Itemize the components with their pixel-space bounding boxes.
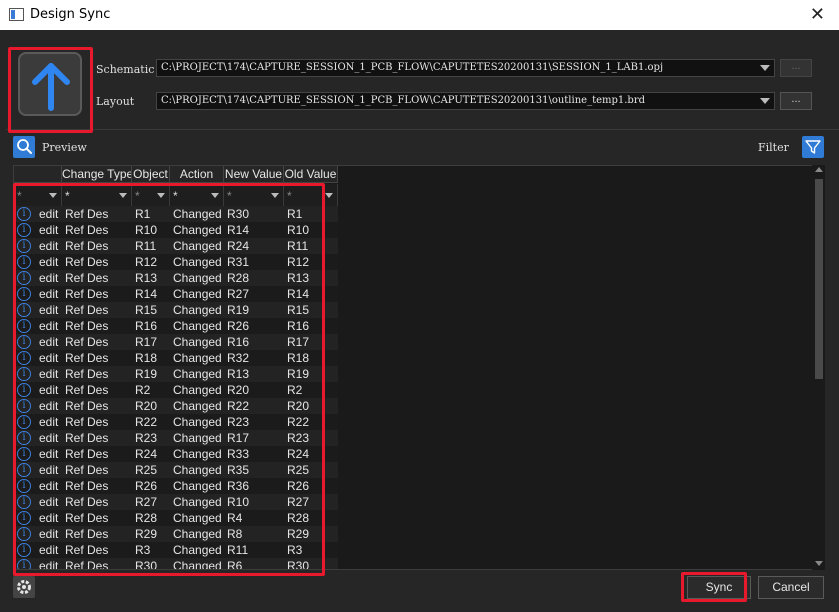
title-bar: Design Sync ✕ xyxy=(0,0,839,30)
highlight-box-table xyxy=(13,183,325,576)
scrollbar-thumb[interactable] xyxy=(815,179,823,379)
preview-search-icon[interactable] xyxy=(13,136,35,158)
column-header-object[interactable]: Object xyxy=(132,166,170,183)
filter-label: Filter xyxy=(758,141,789,154)
schematic-path-dropdown[interactable]: C:\PROJECT\174\CAPTURE_SESSION_1_PCB_FLO… xyxy=(156,59,775,77)
layout-browse-button[interactable]: ... xyxy=(780,92,812,110)
cancel-button[interactable]: Cancel xyxy=(758,576,824,599)
vertical-scrollbar[interactable] xyxy=(812,165,825,570)
layout-label: Layout xyxy=(96,95,135,108)
layout-path-dropdown[interactable]: C:\PROJECT\174\CAPTURE_SESSION_1_PCB_FLO… xyxy=(156,92,775,110)
schematic-path-value: C:\PROJECT\174\CAPTURE_SESSION_1_PCB_FLO… xyxy=(161,62,664,73)
chevron-down-icon xyxy=(325,193,333,198)
app-window-icon xyxy=(9,8,24,21)
source-panel xyxy=(6,38,839,130)
close-icon[interactable]: ✕ xyxy=(810,4,825,25)
scroll-up-icon[interactable] xyxy=(815,167,823,172)
filter-funnel-icon[interactable] xyxy=(802,136,824,158)
chevron-down-icon xyxy=(760,98,770,104)
column-header-change-type[interactable]: Change Type xyxy=(62,166,132,183)
scroll-down-icon[interactable] xyxy=(815,561,823,566)
schematic-label: Schematic xyxy=(96,63,155,76)
highlight-box-direction xyxy=(8,47,93,133)
column-header-icon[interactable] xyxy=(14,166,62,183)
dialog-body: Schematic C:\PROJECT\174\CAPTURE_SESSION… xyxy=(0,30,839,612)
chevron-down-icon xyxy=(760,65,770,71)
column-header-old-value[interactable]: Old Value xyxy=(284,166,338,183)
settings-gear-icon[interactable] xyxy=(13,576,35,598)
window-title: Design Sync xyxy=(30,7,111,22)
highlight-box-sync xyxy=(681,572,747,602)
column-header-action[interactable]: Action xyxy=(170,166,224,183)
layout-path-value: C:\PROJECT\174\CAPTURE_SESSION_1_PCB_FLO… xyxy=(161,95,646,106)
schematic-browse-button[interactable]: ... xyxy=(780,59,812,77)
preview-label: Preview xyxy=(42,141,87,154)
column-header-new-value[interactable]: New Value xyxy=(224,166,284,183)
